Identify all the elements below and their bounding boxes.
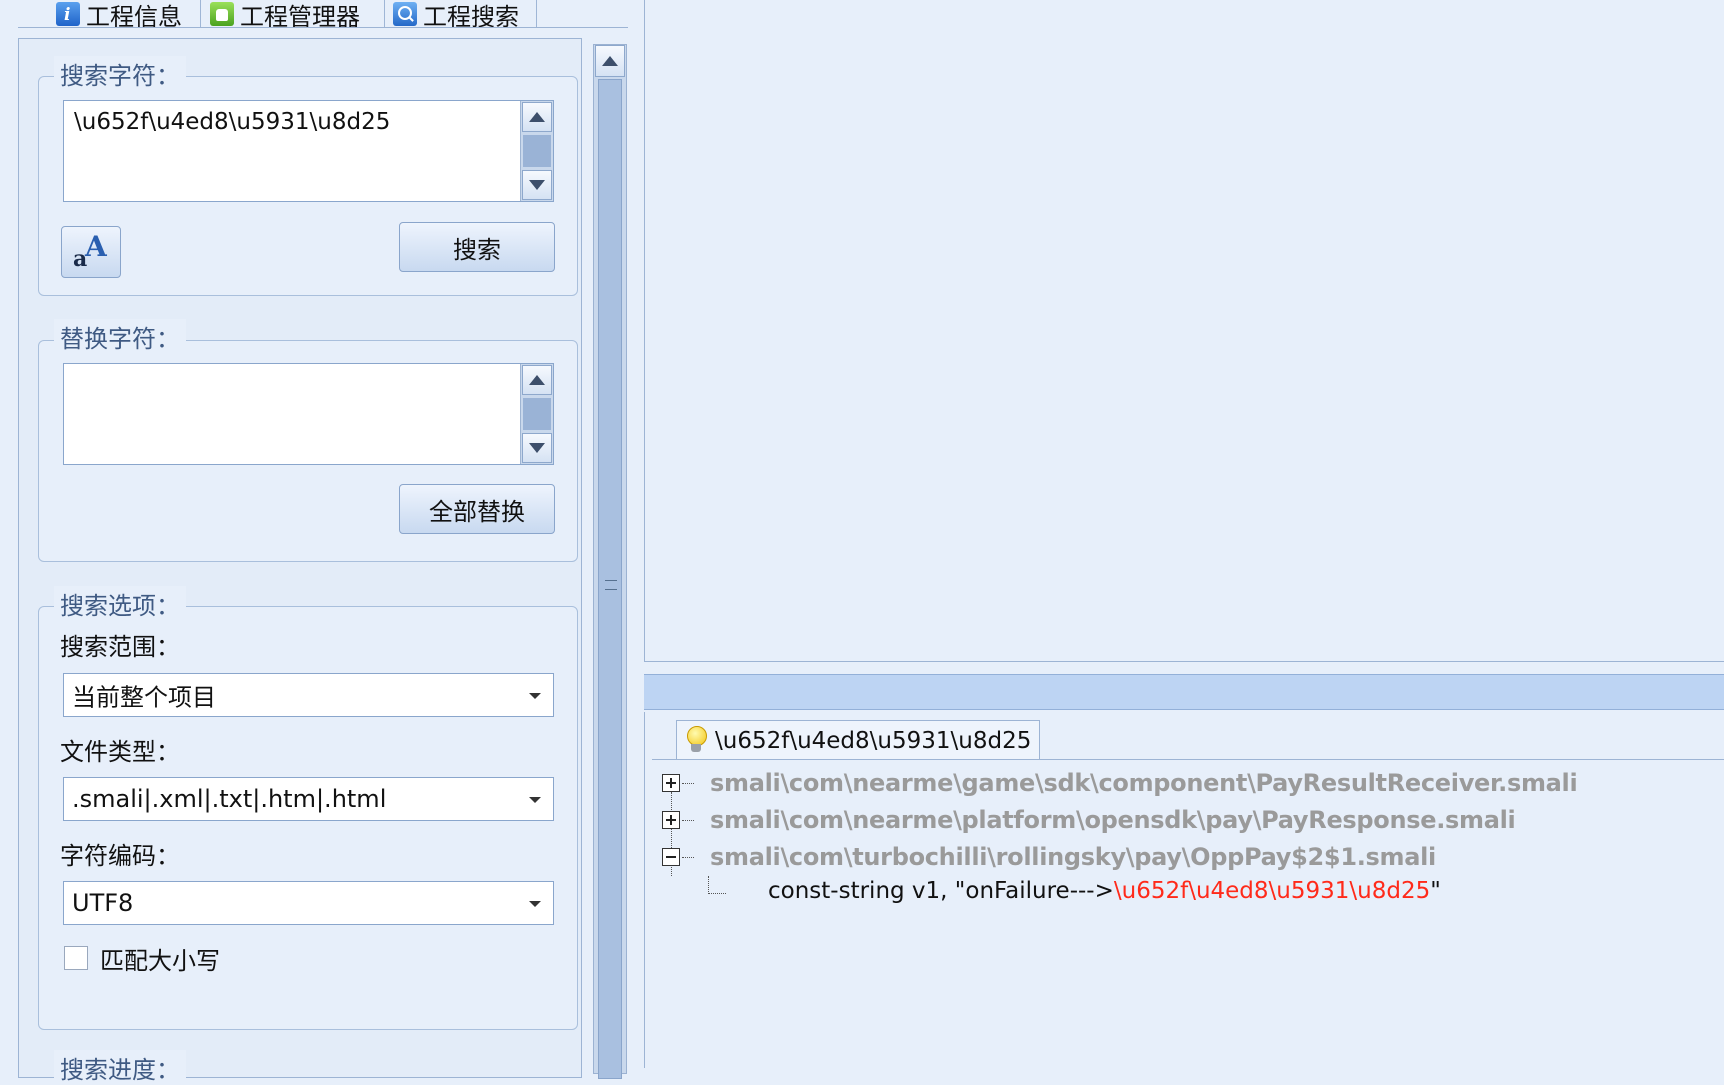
encoding-label: 字符编码： xyxy=(60,842,180,870)
search-button[interactable]: 搜索 xyxy=(399,222,555,272)
scroll-up-button[interactable] xyxy=(522,102,552,132)
replace-all-button[interactable]: 全部替换 xyxy=(399,484,555,534)
chevron-down-icon xyxy=(529,797,541,803)
chevron-down-icon xyxy=(529,901,541,907)
search-input-scrollbar[interactable] xyxy=(520,101,553,201)
scroll-thumb[interactable] xyxy=(523,135,551,167)
search-legend: 搜索字符： xyxy=(54,56,186,91)
tab-divider xyxy=(384,0,385,28)
tab-project-search[interactable]: 工程搜索 xyxy=(393,0,519,31)
search-icon xyxy=(393,2,417,26)
tree-branch xyxy=(682,782,694,784)
tree-node[interactable]: smali\com\nearme\game\sdk\component\PayR… xyxy=(662,766,1578,800)
tab-strip-line xyxy=(18,27,628,28)
replace-input[interactable] xyxy=(63,363,554,465)
result-match-line[interactable]: const-string v1, "onFailure--->\u652f\u4… xyxy=(768,878,1441,904)
match-highlight: \u652f\u4ed8\u5931\u8d25 xyxy=(1113,878,1431,904)
grip-icon xyxy=(605,580,617,590)
tree-branch xyxy=(682,856,694,858)
results-header-bar xyxy=(644,674,1724,710)
scroll-down-button[interactable] xyxy=(522,170,552,200)
match-case-checkbox[interactable] xyxy=(64,946,88,970)
tab-project-info[interactable]: i 工程信息 xyxy=(56,0,182,31)
filetype-select[interactable]: .smali|.xml|.txt|.htm|.html xyxy=(63,777,554,821)
scroll-thumb[interactable] xyxy=(598,79,622,1079)
tree-branch xyxy=(708,876,726,894)
filetype-value: .smali|.xml|.txt|.htm|.html xyxy=(72,785,387,813)
lightbulb-icon xyxy=(685,725,707,756)
tab-divider xyxy=(536,0,537,28)
match-case-option[interactable]: 匹配大小写 xyxy=(64,944,220,975)
tree-node[interactable]: smali\com\nearme\platform\opensdk\pay\Pa… xyxy=(662,803,1516,837)
scroll-up-button[interactable] xyxy=(522,365,552,395)
arrow-down-icon xyxy=(529,443,545,453)
info-icon: i xyxy=(56,2,80,26)
tree-node[interactable]: smali\com\turbochilli\rollingsky\pay\Opp… xyxy=(662,840,1436,874)
editor-area xyxy=(644,0,1724,662)
result-tab-underline xyxy=(652,759,1724,760)
expand-plus-icon[interactable] xyxy=(662,774,680,792)
tab-project-manager[interactable]: 工程管理器 xyxy=(210,0,360,31)
replace-input-scrollbar[interactable] xyxy=(520,364,553,464)
result-tab-label: \u652f\u4ed8\u5931\u8d25 xyxy=(715,727,1032,754)
arrow-up-icon xyxy=(529,112,545,122)
result-file-path: smali\com\turbochilli\rollingsky\pay\Opp… xyxy=(710,843,1436,871)
scope-select[interactable]: 当前整个项目 xyxy=(63,673,554,717)
options-legend: 搜索选项： xyxy=(54,586,186,621)
collapse-minus-icon[interactable] xyxy=(662,848,680,866)
arrow-up-icon xyxy=(602,56,618,66)
arrow-up-icon xyxy=(529,375,545,385)
encoding-value: UTF8 xyxy=(72,889,134,917)
expand-plus-icon[interactable] xyxy=(662,811,680,829)
match-prefix: const-string v1, "onFailure---> xyxy=(768,878,1114,904)
scope-label: 搜索范围： xyxy=(60,633,180,661)
encoding-select[interactable]: UTF8 xyxy=(63,881,554,925)
replace-legend: 替换字符： xyxy=(54,319,186,354)
android-icon xyxy=(210,2,234,26)
font-size-icon: a A xyxy=(73,230,107,272)
font-toggle-button[interactable]: a A xyxy=(61,226,121,278)
result-file-path: smali\com\nearme\game\sdk\component\PayR… xyxy=(710,769,1578,797)
tree-branch xyxy=(682,819,694,821)
filetype-label: 文件类型： xyxy=(60,738,180,766)
result-file-path: smali\com\nearme\platform\opensdk\pay\Pa… xyxy=(710,806,1516,834)
scroll-up-button[interactable] xyxy=(595,45,625,77)
scroll-thumb[interactable] xyxy=(523,398,551,430)
arrow-down-icon xyxy=(529,180,545,190)
chevron-down-icon xyxy=(529,693,541,699)
search-input-value: \u652f\u4ed8\u5931\u8d25 xyxy=(74,109,391,135)
scope-value: 当前整个项目 xyxy=(72,683,216,712)
tab-divider xyxy=(200,0,201,28)
result-tab[interactable]: \u652f\u4ed8\u5931\u8d25 xyxy=(676,720,1041,760)
scroll-down-button[interactable] xyxy=(522,433,552,463)
search-input[interactable]: \u652f\u4ed8\u5931\u8d25 xyxy=(63,100,554,202)
match-case-label: 匹配大小写 xyxy=(100,946,220,975)
match-suffix: " xyxy=(1430,878,1441,904)
panel-scrollbar[interactable] xyxy=(593,44,627,1079)
